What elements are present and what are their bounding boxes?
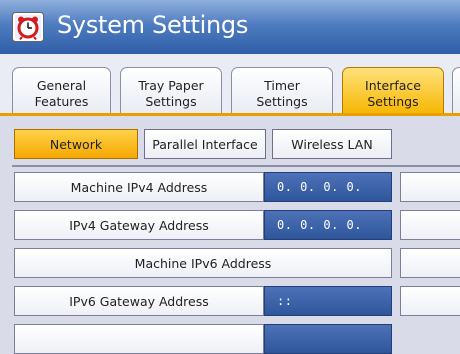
row-side-button[interactable]	[400, 172, 460, 202]
machine-ipv4-address-value: 0. 0. 0. 0.	[264, 172, 392, 202]
row-side-button[interactable]	[400, 248, 460, 278]
row-label: Machine IPv6 Address	[134, 255, 272, 271]
tab-label: Tray Paper Settings	[138, 77, 204, 109]
tab-label: Timer Settings	[256, 77, 308, 109]
settings-panel: Network Parallel Interface Wireless LAN …	[0, 116, 460, 354]
row-label: IPv6 Gateway Address	[69, 293, 209, 309]
tab-next-partial[interactable]	[452, 67, 460, 115]
row-side-button[interactable]	[400, 286, 460, 316]
subtab-label: Wireless LAN	[291, 136, 373, 152]
tab-general-features[interactable]: General Features	[12, 67, 111, 115]
next-row-button-partial[interactable]	[14, 324, 264, 354]
ipv6-gateway-address-button[interactable]: IPv6 Gateway Address	[14, 286, 264, 316]
row-side-button[interactable]	[400, 210, 460, 240]
row-label: IPv4 Gateway Address	[69, 217, 209, 233]
ipv6-gateway-address-value: ::	[264, 286, 392, 316]
tab-tray-paper-settings[interactable]: Tray Paper Settings	[120, 67, 222, 115]
window-title: System Settings	[57, 11, 249, 39]
tab-timer-settings[interactable]: Timer Settings	[231, 67, 333, 115]
machine-ipv6-address-button[interactable]: Machine IPv6 Address	[14, 248, 392, 278]
machine-ipv4-address-button[interactable]: Machine IPv4 Address	[14, 172, 264, 202]
row-label: Machine IPv4 Address	[70, 179, 208, 195]
ipv4-gateway-address-value: 0. 0. 0. 0.	[264, 210, 392, 240]
alarm-clock-icon	[12, 12, 44, 42]
tab-interface-settings[interactable]: Interface Settings	[342, 67, 444, 115]
tab-label: Interface Settings	[365, 77, 421, 109]
tab-bar: General Features Tray Paper Settings Tim…	[0, 54, 460, 116]
subtab-divider	[12, 165, 460, 167]
subtab-label: Parallel Interface	[152, 136, 258, 152]
ipv4-gateway-address-button[interactable]: IPv4 Gateway Address	[14, 210, 264, 240]
subtab-parallel-interface[interactable]: Parallel Interface	[144, 129, 266, 159]
title-bar: System Settings	[0, 0, 460, 54]
subtab-wireless-lan[interactable]: Wireless LAN	[272, 129, 392, 159]
subtab-network[interactable]: Network	[14, 129, 138, 159]
next-row-value-partial	[264, 324, 392, 354]
subtab-label: Network	[49, 136, 103, 152]
tab-label: General Features	[34, 77, 89, 109]
